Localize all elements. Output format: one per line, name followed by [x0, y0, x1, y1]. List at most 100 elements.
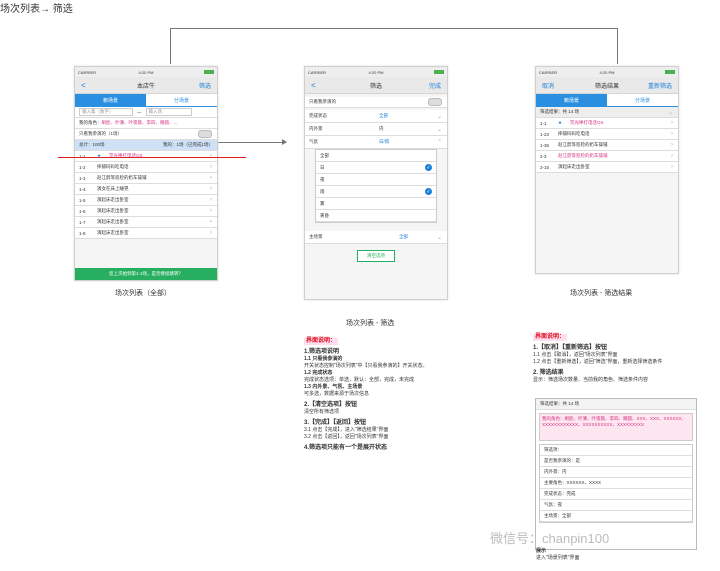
resume-banner[interactable]: 您上次拍到第1-1场，是否继续跳转？ — [75, 268, 217, 280]
scene-type-row[interactable]: 内外景 内 ⌄ — [305, 123, 447, 136]
weather-option[interactable]: 黄昏 — [316, 210, 436, 222]
doc-section: 2.【清空选项】按钮 — [304, 402, 358, 408]
weather-option[interactable]: 全部 — [316, 150, 436, 162]
scene-number: 1-2 — [79, 164, 86, 170]
filter-button[interactable]: 筛选 — [199, 81, 211, 90]
doc-line: 可多选，数据来源于场次信息 — [304, 391, 370, 397]
carrier-label: CARRIER — [539, 69, 558, 75]
list-item[interactable]: 1-4 演女在床上睡晃 › — [75, 184, 217, 195]
summary-total: 总计：100场 — [79, 142, 105, 147]
filter-doc: 界面说明： 1.筛选项说明 1.1 只看我参演的 开关状态控制"场次列表"中【只… — [304, 338, 494, 452]
clear-options-button[interactable]: 清空选项 — [357, 250, 395, 262]
caption-scene-list: 场次列表（全部） — [115, 290, 171, 297]
cancel-button[interactable]: 取消 — [542, 81, 554, 90]
panel-item: 内外景：内 — [540, 467, 692, 478]
flow-connector-right — [617, 28, 618, 64]
list-item[interactable]: 1-7 演起床走出卧室 › — [75, 217, 217, 228]
weather-options: 全部日 ✓ 夜雨 ✓ 雾黄昏 — [315, 149, 437, 223]
doc-section: 2. 筛选结果 — [533, 370, 564, 376]
status-bar: CARRIER 4:20 PM — [75, 67, 217, 77]
doc-line: 1.1 点击【取消】，返回"场次列表"界面 — [533, 352, 618, 358]
doc-section: 1.【取消】【重新筛选】按钮 — [533, 345, 608, 351]
scene-list: 1-1 ★ 荧光棒打电话OS › 1-2 摔铺码码吃电话 › 1-3 赵江蔚等巡检的奶车操铺 › 1… — [75, 151, 217, 239]
panel-item: 气氛：夜 — [540, 500, 692, 511]
weather-option[interactable]: 夜 — [316, 174, 436, 186]
screen-filter: CARRIER 4:20 PM < 筛选 完成 只看我参演的 完成状态 全部 ⌄… — [304, 66, 448, 300]
doc-line: 显示：筛选场次数量、当前我的角色、筛选条件内容 — [533, 377, 649, 383]
highlight-line — [58, 157, 246, 158]
episode-input[interactable]: 输入集（数字） — [79, 108, 133, 116]
tab-all-scenes[interactable]: 赖场景 — [536, 94, 607, 106]
scene-input[interactable]: 输入场 — [145, 108, 192, 116]
complete-status-label: 完成状态 — [309, 113, 327, 118]
main-scene-label: 主场景 — [309, 234, 323, 239]
scene-title: 摔铺码码吃电话 — [558, 131, 590, 136]
main-scene-row[interactable]: 主场景 全部 ⌄ — [305, 231, 447, 244]
doc-line: 1.2 完成状态 — [304, 370, 333, 376]
nav-title: 筛选结果 — [594, 83, 619, 90]
complete-status-row[interactable]: 完成状态 全部 ⌄ — [305, 110, 447, 123]
list-item[interactable]: 1-8 演起床走出卧室 › — [75, 228, 217, 239]
list-item[interactable]: 2-3 赵江蔚等巡检的奶车操铺 › — [536, 151, 678, 162]
chevron-right-icon: › — [210, 197, 212, 203]
scene-title: 摔铺码码吃电话 — [97, 164, 129, 169]
flow-connector — [170, 28, 618, 29]
tab-sub-scenes[interactable]: 分场景 — [146, 94, 217, 106]
battery-icon — [434, 70, 444, 74]
weather-option[interactable]: 雾 — [316, 198, 436, 210]
caption-filter: 场次列表 - 筛选 — [346, 320, 395, 327]
screen-filter-result: CARRIER 4:20 PM 取消 筛选结果 重新筛选 赖场景 分场景 筛选结… — [535, 66, 679, 274]
list-item[interactable]: 2-15 演起床走出卧室 › — [536, 162, 678, 173]
doc-heading: 界面说明： — [533, 334, 568, 341]
only-mine-toggle[interactable] — [198, 130, 212, 138]
scene-title: 演起床走出卧室 — [97, 230, 129, 235]
list-item[interactable]: 1-2 摔铺码码吃电话 › — [75, 162, 217, 173]
back-button[interactable]: < — [81, 81, 86, 90]
tab-sub-scenes[interactable]: 分场景 — [607, 94, 678, 106]
list-item[interactable]: 1-36 赵江蔚等巡检的奶车操铺 › — [536, 140, 678, 151]
doc-line: 完成状态选项：单选，默认：全部，完成，未完成 — [304, 377, 415, 383]
list-item[interactable]: 1-5 演起床走出卧室 › — [75, 195, 217, 206]
scene-title: 演起床走出卧室 — [97, 197, 129, 202]
roles-text: 刷脸、叶薄、叶夜薇、李四、赌圆、... — [101, 120, 178, 125]
tab-all-scenes[interactable]: 赖场景 — [75, 94, 146, 106]
panel-item: 筛选项： — [540, 445, 692, 456]
result-count: 筛选结果：共 14 场 — [540, 109, 580, 114]
search-row: 输入集（数字） — 输入场 — [75, 107, 217, 118]
panel-item: 主要角色：XXXXXX、XXXX — [540, 478, 692, 489]
panel-item: 是否我参演的：是 — [540, 456, 692, 467]
check-icon: ✓ — [425, 188, 432, 195]
time-label: 4:20 PM — [599, 69, 615, 75]
chevron-right-icon: › — [210, 186, 212, 192]
scene-title: 演女在床上睡晃 — [97, 186, 129, 191]
carrier-label: CARRIER — [78, 69, 97, 75]
doc-line: 清空所有筛选项 — [304, 409, 340, 415]
back-button[interactable]: < — [311, 81, 316, 90]
doc-line: 1.2 点击【重新筛选】，返回"筛选"界面，重新选择筛选条件 — [533, 359, 663, 365]
done-button[interactable]: 完成 — [429, 81, 441, 90]
result-count-row: 筛选结果：共 14 场 ⌄ — [536, 107, 678, 118]
main-scene-value: 全部 — [399, 234, 408, 239]
chevron-right-icon: › — [671, 153, 673, 159]
list-item[interactable]: 1-3 赵江蔚等巡检的奶车操铺 › — [75, 173, 217, 184]
weather-option[interactable]: 日 ✓ — [316, 162, 436, 174]
chevron-down-icon: ⌄ — [436, 113, 442, 120]
only-mine-toggle[interactable] — [428, 98, 442, 106]
list-item[interactable]: 1-1 ★ 荧光棒打电话OS › — [536, 118, 678, 129]
refilter-button[interactable]: 重新筛选 — [648, 81, 672, 90]
only-mine-label: 只看我参演的 — [309, 99, 336, 104]
only-mine-row: 只看我参演的 — [305, 97, 447, 108]
list-item[interactable]: 1-6 演起床走出卧室 › — [75, 206, 217, 217]
weather-option[interactable]: 雨 ✓ — [316, 186, 436, 198]
panel-roles-text: 我的角色：刷脸、叶薄、叶夜薇、李四、赌圆、XXX、XXX、XXXXXX、XXXX… — [542, 416, 687, 427]
chevron-right-icon: › — [210, 208, 212, 214]
scene-number: 1-4 — [79, 186, 86, 192]
nav-bar: < 筛选 完成 — [305, 77, 447, 94]
weather-row[interactable]: 气氛 日/雨 ⌃ — [305, 136, 447, 149]
option-label: 全部 — [320, 152, 329, 158]
doc-line: 1.3 内外景、气氛、主场景 — [304, 384, 363, 390]
scene-title: 赵江蔚等巡检的奶车操铺 — [558, 153, 608, 158]
summary-row: 总计：100场 我的：1场（已完成1场） — [75, 140, 217, 151]
nav-title: 筛选 — [369, 83, 382, 90]
list-item[interactable]: 1-23 摔铺码码吃电话 › — [536, 129, 678, 140]
